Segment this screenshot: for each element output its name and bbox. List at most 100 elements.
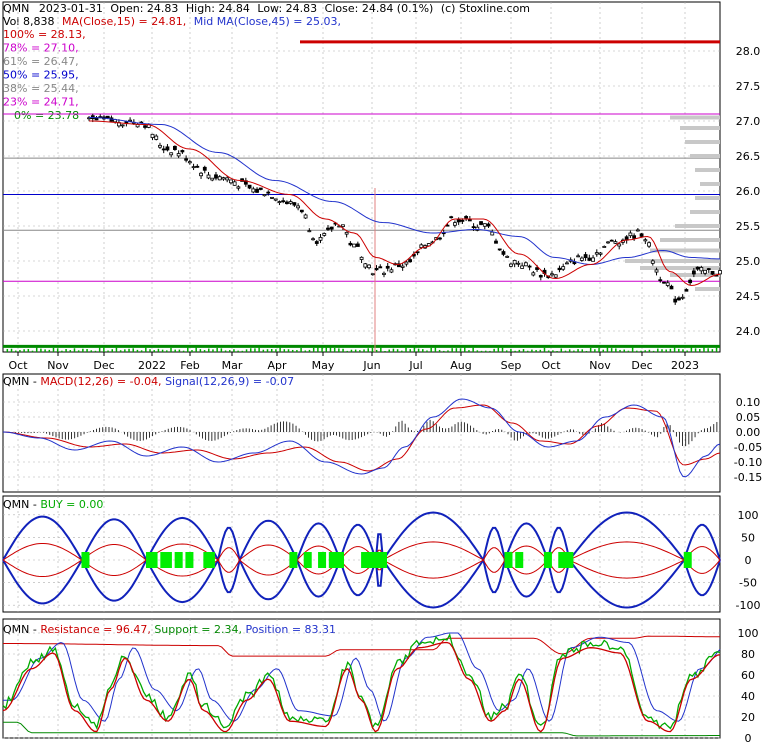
volume-bar xyxy=(77,350,80,352)
volume-bar xyxy=(245,349,248,352)
volume-bar xyxy=(682,349,684,352)
volume-bar xyxy=(669,348,672,352)
volume-bar xyxy=(581,349,584,352)
price-ytick-28.0: 28.0 xyxy=(736,45,761,58)
volume-bar xyxy=(229,350,231,352)
volume-bar xyxy=(455,348,458,352)
candle-body xyxy=(691,270,696,275)
volume-bar xyxy=(145,347,147,352)
volume-bar xyxy=(665,349,667,352)
volume-bar xyxy=(321,347,323,352)
volume-bar xyxy=(304,350,307,352)
volume-bar xyxy=(65,349,67,352)
header-high: High: 24.84 xyxy=(186,2,250,15)
candle-body xyxy=(460,219,465,222)
volume-bar xyxy=(405,347,407,352)
position-ytick-20: 20 xyxy=(741,711,755,724)
volume-profile-bar xyxy=(680,126,720,130)
candle-body xyxy=(195,165,200,168)
header-vol: Vol 8,838 xyxy=(3,15,54,28)
candle-body xyxy=(553,274,558,278)
buy-marker xyxy=(81,552,90,568)
header-line2: Vol 8,838 MA(Close,15) = 24.81, Mid MA(C… xyxy=(3,15,341,28)
position-ytick-80: 80 xyxy=(741,648,755,661)
buy-title: QMN - BUY = 0.00 xyxy=(3,498,103,511)
support-line xyxy=(3,721,720,737)
candle-body xyxy=(677,297,681,301)
volume-bar xyxy=(40,348,42,352)
candle-body xyxy=(266,191,271,194)
volume-bar xyxy=(237,350,239,352)
volume-bar xyxy=(258,347,260,352)
buy-marker xyxy=(335,552,344,568)
candle-body xyxy=(370,273,375,276)
candle-body xyxy=(247,184,252,189)
price-xtick-Aug: Aug xyxy=(450,359,471,372)
volume-bar xyxy=(627,350,630,352)
volume-bar xyxy=(573,350,575,352)
volume-bar xyxy=(82,348,84,352)
candle-body xyxy=(318,236,323,241)
volume-bar xyxy=(375,349,378,352)
volume-bar xyxy=(363,349,365,352)
candle-body xyxy=(609,239,614,242)
candle-body xyxy=(273,198,278,201)
candle-body xyxy=(565,262,569,265)
candle-body xyxy=(281,200,286,203)
header-low: Low: 24.83 xyxy=(257,2,317,15)
position-ytick-0: 0 xyxy=(745,732,752,745)
volume-bar xyxy=(52,347,55,352)
volume-bar xyxy=(451,348,453,352)
volume-bar xyxy=(623,349,625,352)
volume-profile-bar xyxy=(695,196,720,200)
price-xtick-Nov: Nov xyxy=(47,359,69,372)
price-xtick-2022: 2022 xyxy=(138,359,166,372)
volume-bar xyxy=(447,350,449,352)
candle-body xyxy=(505,255,510,258)
buy-marker xyxy=(683,552,692,568)
candle-body xyxy=(258,187,263,190)
macd-panel: QMN - MACD(12,26) = -0.04, Signal(12,26,… xyxy=(2,373,762,493)
candle-body xyxy=(326,227,330,230)
header-ma45: Mid MA(Close,45) = 25.03, xyxy=(194,15,341,28)
candle-body xyxy=(296,205,301,209)
volume-bar xyxy=(694,348,697,352)
candle-body xyxy=(471,226,476,229)
volume-bar xyxy=(505,350,508,352)
volume-bar xyxy=(342,348,344,352)
price-frame xyxy=(2,1,721,353)
volume-bar xyxy=(191,350,193,352)
volume-bar xyxy=(384,350,386,352)
volume-bar xyxy=(648,349,651,352)
candle-body xyxy=(594,252,599,255)
volume-bar xyxy=(224,350,227,352)
header-open: Open: 24.83 xyxy=(110,2,178,15)
volume-bar xyxy=(69,350,72,352)
candle-body xyxy=(232,181,237,186)
volume-bar xyxy=(501,347,504,352)
candle-body xyxy=(579,257,584,261)
candle-body xyxy=(378,266,383,269)
price-ytick-26.5: 26.5 xyxy=(736,150,761,163)
candle-body xyxy=(688,279,693,284)
volume-bar xyxy=(73,348,76,352)
candle-body xyxy=(236,186,241,189)
candle-body xyxy=(613,241,618,244)
stock-chart-stage: QMN 2023-01-31 Open: 24.83 High: 24.84 L… xyxy=(0,0,778,746)
volume-bar xyxy=(552,350,554,352)
volume-bar xyxy=(514,350,516,352)
price-ytick-24.0: 24.0 xyxy=(736,325,761,338)
macd-ytick-0.10: 0.10 xyxy=(736,396,761,409)
volume-bar xyxy=(396,349,399,352)
volume-bar xyxy=(619,349,621,352)
candle-body xyxy=(464,216,469,219)
buy-marker xyxy=(303,552,312,568)
candle-body xyxy=(367,264,371,269)
volume-bar xyxy=(610,348,613,352)
buy-marker xyxy=(371,552,380,568)
candle-body xyxy=(285,201,289,205)
candle-body xyxy=(128,119,133,122)
volume-bar xyxy=(241,350,244,352)
candle-body xyxy=(176,153,181,157)
volume-bar xyxy=(56,348,59,352)
